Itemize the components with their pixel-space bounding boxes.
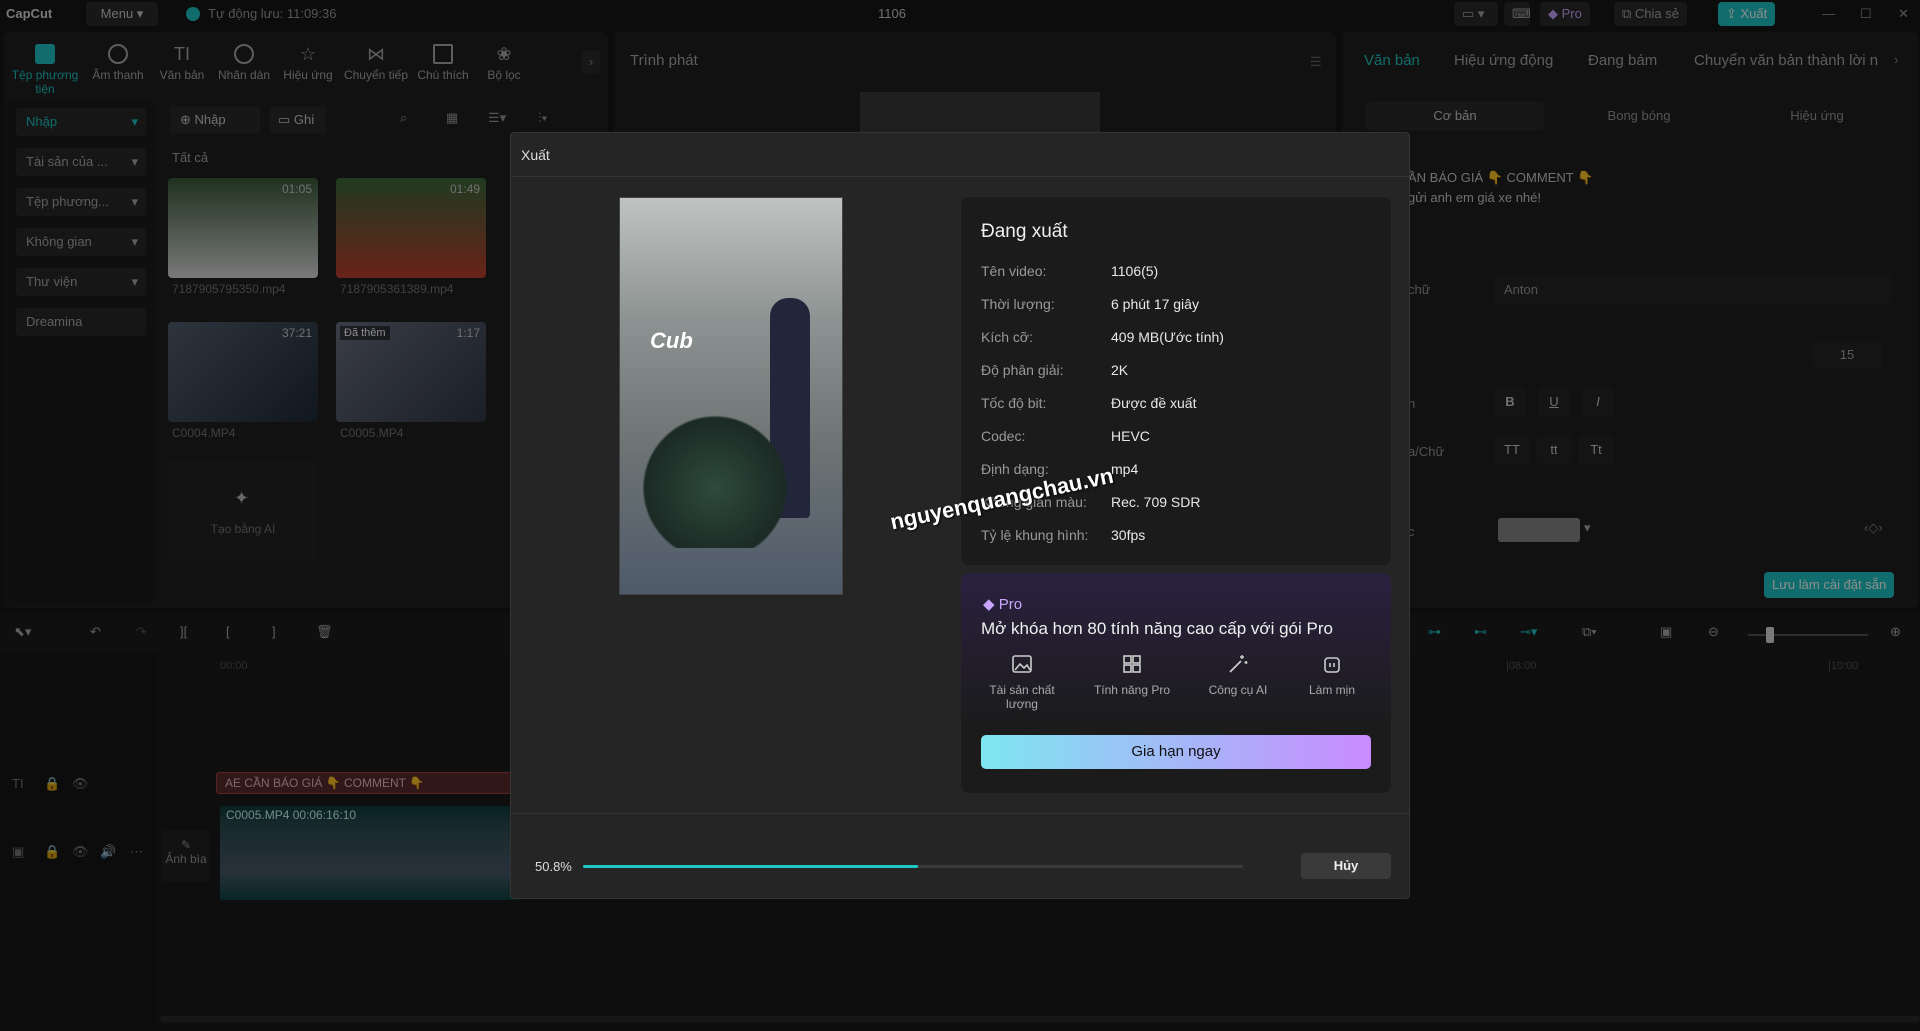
cancel-button[interactable]: Hủy bbox=[1301, 853, 1391, 879]
face-smooth-icon bbox=[1324, 657, 1340, 673]
magic-wand-icon bbox=[1229, 655, 1248, 673]
renew-button[interactable]: Gia hạn ngay bbox=[981, 735, 1371, 769]
progress-track bbox=[583, 865, 1243, 868]
export-status: Đang xuất bbox=[981, 221, 1068, 242]
dialog-title: Xuất bbox=[521, 147, 550, 163]
export-preview-thumbnail: Cub bbox=[619, 197, 843, 595]
progress-fill bbox=[583, 865, 919, 868]
feature-smoothing: Làm mịn bbox=[1287, 653, 1377, 697]
progress-text: 50.8% bbox=[535, 859, 572, 874]
feature-quality-assets: Tài sản chất lượng bbox=[977, 653, 1067, 711]
motorbike-figure bbox=[640, 398, 790, 548]
cub-logo: Cub bbox=[650, 328, 693, 353]
feature-pro-tools: Tính năng Pro bbox=[1087, 653, 1177, 697]
pro-upsell-card: ◆ Pro Mở khóa hơn 80 tính năng cao cấp v… bbox=[961, 573, 1391, 793]
grid-icon bbox=[1123, 655, 1141, 673]
feature-ai-tools: Công cụ AI bbox=[1193, 653, 1283, 697]
image-icon bbox=[1012, 655, 1032, 673]
export-info-card: Đang xuất Tên video: 1106(5) Thời lượng: 6… bbox=[961, 197, 1391, 565]
pro-headline: Mở khóa hơn 80 tính năng cao cấp với gói… bbox=[981, 619, 1333, 638]
diamond-icon: ◆ bbox=[983, 596, 995, 613]
divider bbox=[511, 813, 1409, 814]
dialog-header: Xuất bbox=[511, 133, 1409, 177]
pro-badge: ◆ Pro bbox=[983, 596, 1023, 613]
